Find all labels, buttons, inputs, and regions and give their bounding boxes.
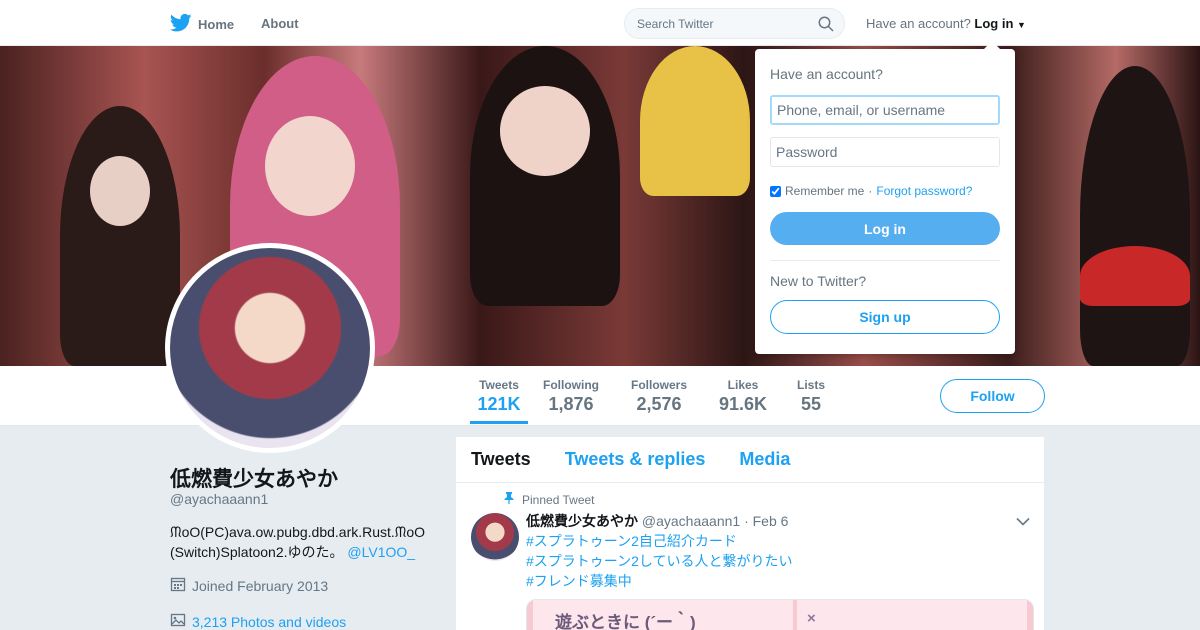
nav-home-label: Home: [198, 17, 235, 32]
profile-bio: ᙏoO(PC)ava.ow.pubg.dbd.ark.Rust.ᙏoO (Swi…: [170, 522, 440, 562]
divider: [770, 260, 1000, 261]
remember-me-label[interactable]: Remember me: [785, 184, 864, 198]
tweet-header: 低燃費少女あやか @ayachaaann1 · Feb 6: [526, 511, 788, 531]
pin-icon: [504, 492, 514, 507]
profile-avatar[interactable]: [165, 243, 375, 453]
calendar-icon: [170, 576, 186, 595]
joined-date: Joined February 2013: [170, 576, 328, 595]
separator-dot: ·: [868, 184, 873, 198]
signup-button[interactable]: Sign up: [770, 300, 1000, 334]
stat-tweets[interactable]: Tweets 121K: [470, 378, 528, 424]
nav-about-link[interactable]: About: [261, 16, 299, 31]
pinned-text: Pinned Tweet: [522, 492, 595, 507]
caret-down-icon: ▼: [1017, 20, 1026, 30]
tab-media[interactable]: Media: [739, 449, 790, 470]
search-box: [624, 8, 845, 39]
profile-name[interactable]: 低燃費少女あやか: [170, 463, 338, 493]
hashtag-link[interactable]: #スプラトゥーン2している人と繋がりたい: [526, 551, 792, 571]
account-prompt: Have an account? Log in ▼: [866, 16, 1026, 31]
stat-likes[interactable]: Likes 91.6K: [719, 378, 767, 415]
stat-lists[interactable]: Lists 55: [797, 378, 825, 415]
chevron-down-icon[interactable]: [1016, 513, 1030, 531]
stat-followers[interactable]: Followers 2,576: [631, 378, 687, 415]
pinned-tweet[interactable]: Pinned Tweet 低燃費少女あやか @ayachaaann1 · Feb…: [456, 483, 1044, 630]
login-dropdown: Have an account? Remember me · Forgot pa…: [755, 41, 1015, 354]
stat-label: Followers: [631, 378, 688, 392]
tweet-text: #スプラトゥーン2自己紹介カード #スプラトゥーン2している人と繋がりたい #フ…: [526, 531, 792, 591]
media-x-mark: ×: [807, 610, 816, 627]
media-caption: 遊ぶときに (´ー｀): [555, 613, 696, 630]
remember-me-checkbox[interactable]: [770, 185, 781, 197]
login-button[interactable]: Log in: [770, 212, 1000, 245]
stat-value: 121K: [477, 394, 521, 414]
joined-text: Joined February 2013: [192, 577, 329, 594]
stat-label: Likes: [727, 378, 759, 392]
timeline: Tweets Tweets & replies Media Pinned Twe…: [456, 437, 1044, 630]
stat-label: Following: [543, 378, 599, 392]
login-dropdown-title: Have an account?: [770, 66, 883, 82]
hashtag-link[interactable]: #スプラトゥーン2自己紹介カード: [526, 531, 792, 551]
media-panel-right: [797, 600, 1027, 630]
stat-value: 91.6K: [719, 394, 768, 414]
tab-tweets[interactable]: Tweets: [471, 449, 531, 470]
twitter-bird-icon: [169, 13, 192, 36]
follow-button[interactable]: Follow: [940, 379, 1045, 413]
tweet-meta[interactable]: @ayachaaann1 · Feb 6: [642, 513, 789, 529]
hashtag-link[interactable]: #フレンド募集中: [526, 571, 792, 591]
forgot-password-link[interactable]: Forgot password?: [876, 184, 972, 198]
password-field[interactable]: [770, 137, 1000, 167]
stat-value: 1,876: [548, 394, 594, 414]
pinned-tweet-label: Pinned Tweet: [504, 492, 595, 507]
stat-label: Tweets: [479, 378, 519, 392]
stat-following[interactable]: Following 1,876: [543, 378, 599, 415]
bio-mention-link[interactable]: @LV1OO_: [347, 544, 415, 560]
tweet-author-name[interactable]: 低燃費少女あやか: [526, 513, 638, 529]
stat-value: 2,576: [636, 394, 682, 414]
stat-label: Lists: [797, 378, 826, 392]
remember-row: Remember me · Forgot password?: [770, 184, 972, 198]
photo-icon: [170, 612, 186, 630]
search-icon[interactable]: [818, 16, 834, 37]
nav-home-link[interactable]: Home: [169, 13, 235, 36]
tab-tweets-replies[interactable]: Tweets & replies: [565, 449, 706, 470]
search-input[interactable]: [625, 9, 810, 39]
new-to-twitter-text: New to Twitter?: [770, 273, 867, 289]
username-field[interactable]: [770, 95, 1000, 125]
photos-text: 3,213 Photos and videos: [192, 613, 347, 630]
tweet-avatar[interactable]: [471, 513, 519, 561]
tweet-media-image[interactable]: 遊ぶときに (´ー｀) ×: [526, 599, 1034, 630]
login-dropdown-toggle[interactable]: Log in ▼: [974, 16, 1026, 31]
profile-handle: @ayachaaann1: [170, 491, 269, 507]
stat-value: 55: [800, 394, 822, 414]
login-link-label: Log in: [974, 16, 1014, 31]
photos-videos-link[interactable]: 3,213 Photos and videos: [170, 612, 346, 630]
have-account-text: Have an account?: [866, 16, 971, 31]
timeline-tabs: Tweets Tweets & replies Media: [456, 437, 1044, 483]
top-navigation-bar: Home About Have an account? Log in ▼: [0, 0, 1200, 46]
